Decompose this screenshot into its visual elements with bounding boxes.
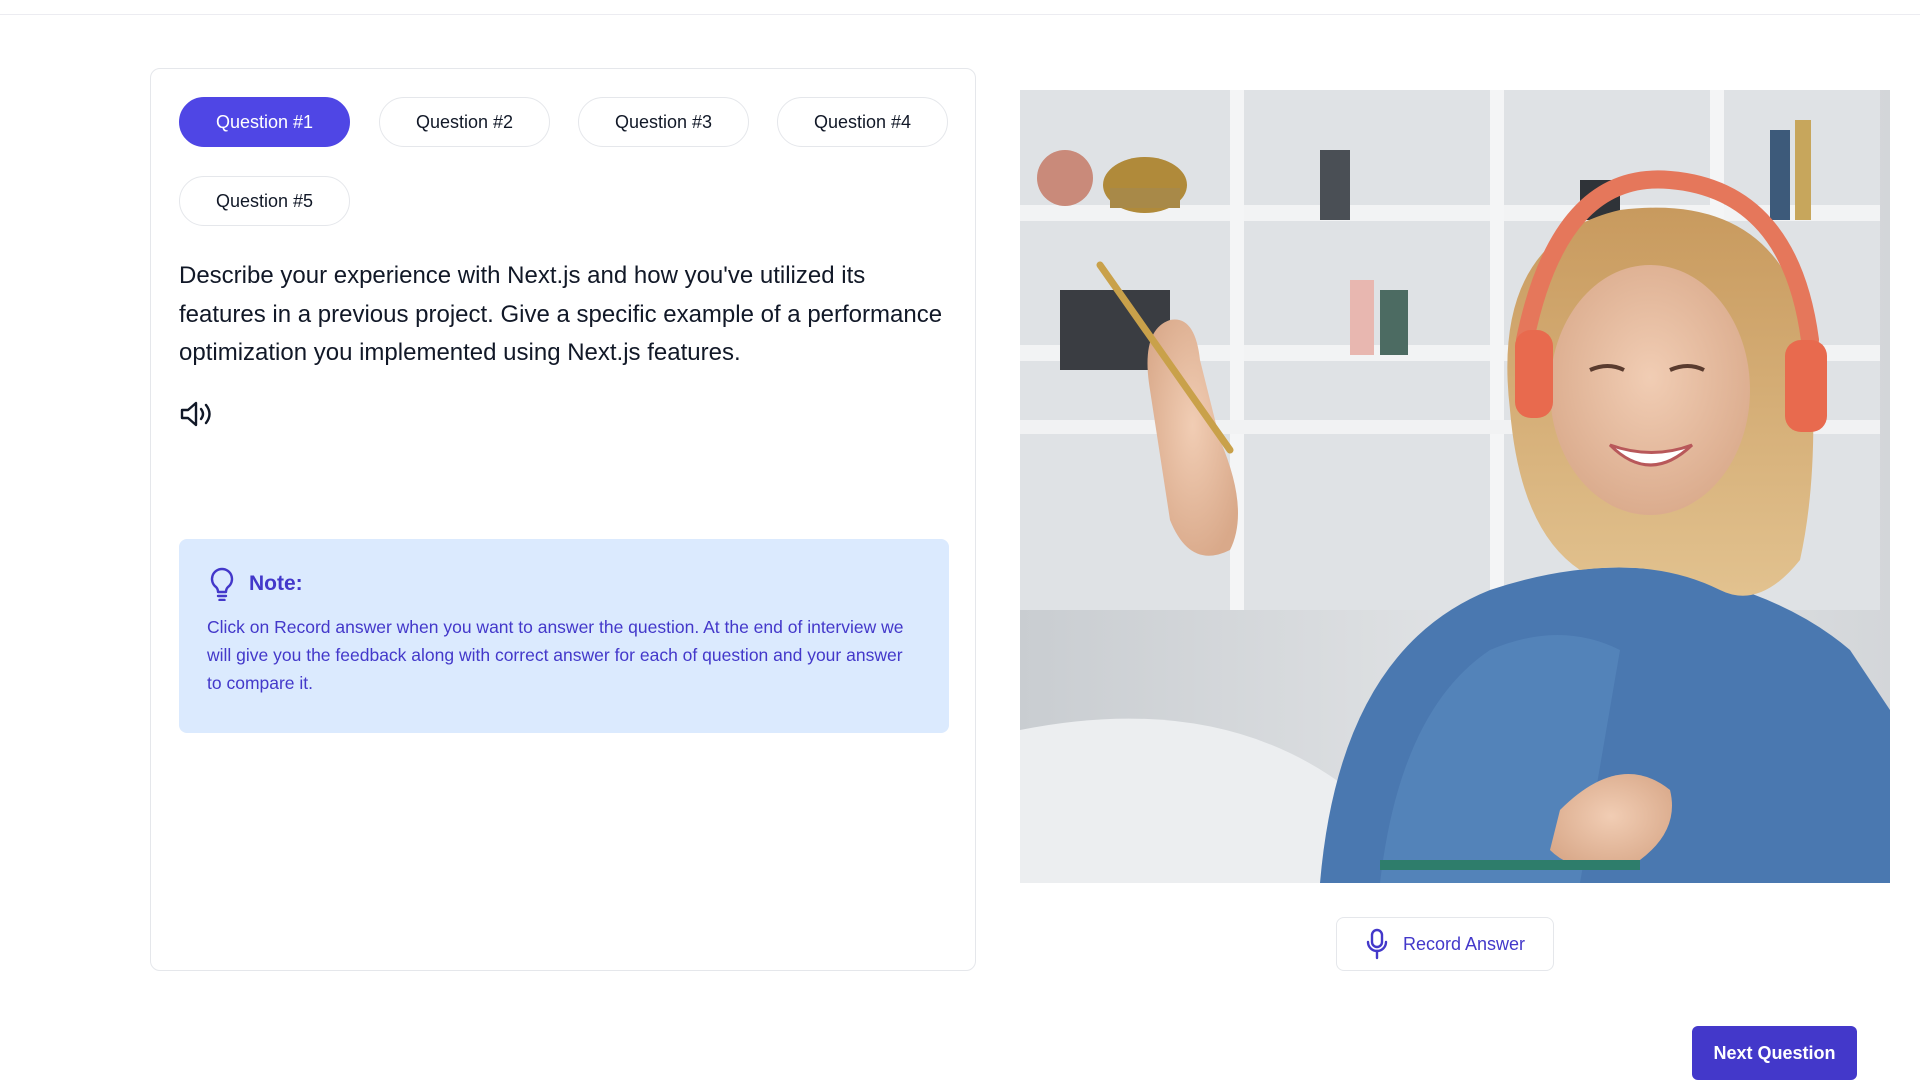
question-text: Describe your experience with Next.js an… — [179, 262, 943, 366]
note-body: Click on Record answer when you want to … — [207, 617, 904, 693]
record-answer-button[interactable]: Record Answer — [1336, 917, 1554, 971]
tab-question-2[interactable]: Question #2 — [379, 97, 550, 147]
webcam-preview-image — [1020, 90, 1890, 883]
tab-question-3[interactable]: Question #3 — [578, 97, 749, 147]
speaker-icon[interactable] — [179, 399, 213, 429]
tab-question-5[interactable]: Question #5 — [179, 176, 350, 226]
lightbulb-icon — [209, 567, 235, 602]
note-title: Note: — [249, 572, 303, 595]
next-question-button[interactable]: Next Question — [1692, 1026, 1857, 1080]
microphone-icon — [1365, 928, 1389, 960]
record-answer-label: Record Answer — [1402, 933, 1526, 954]
tab-question-4[interactable]: Question #4 — [777, 97, 948, 147]
note-box: Note: Click on Record answer when you wa… — [179, 539, 949, 733]
note-header: Note: — [209, 567, 303, 602]
tab-question-1[interactable]: Question #1 — [179, 97, 350, 147]
question-card: Question #1 Question #2 Question #3 Ques… — [150, 68, 976, 971]
header-divider — [0, 14, 1920, 15]
